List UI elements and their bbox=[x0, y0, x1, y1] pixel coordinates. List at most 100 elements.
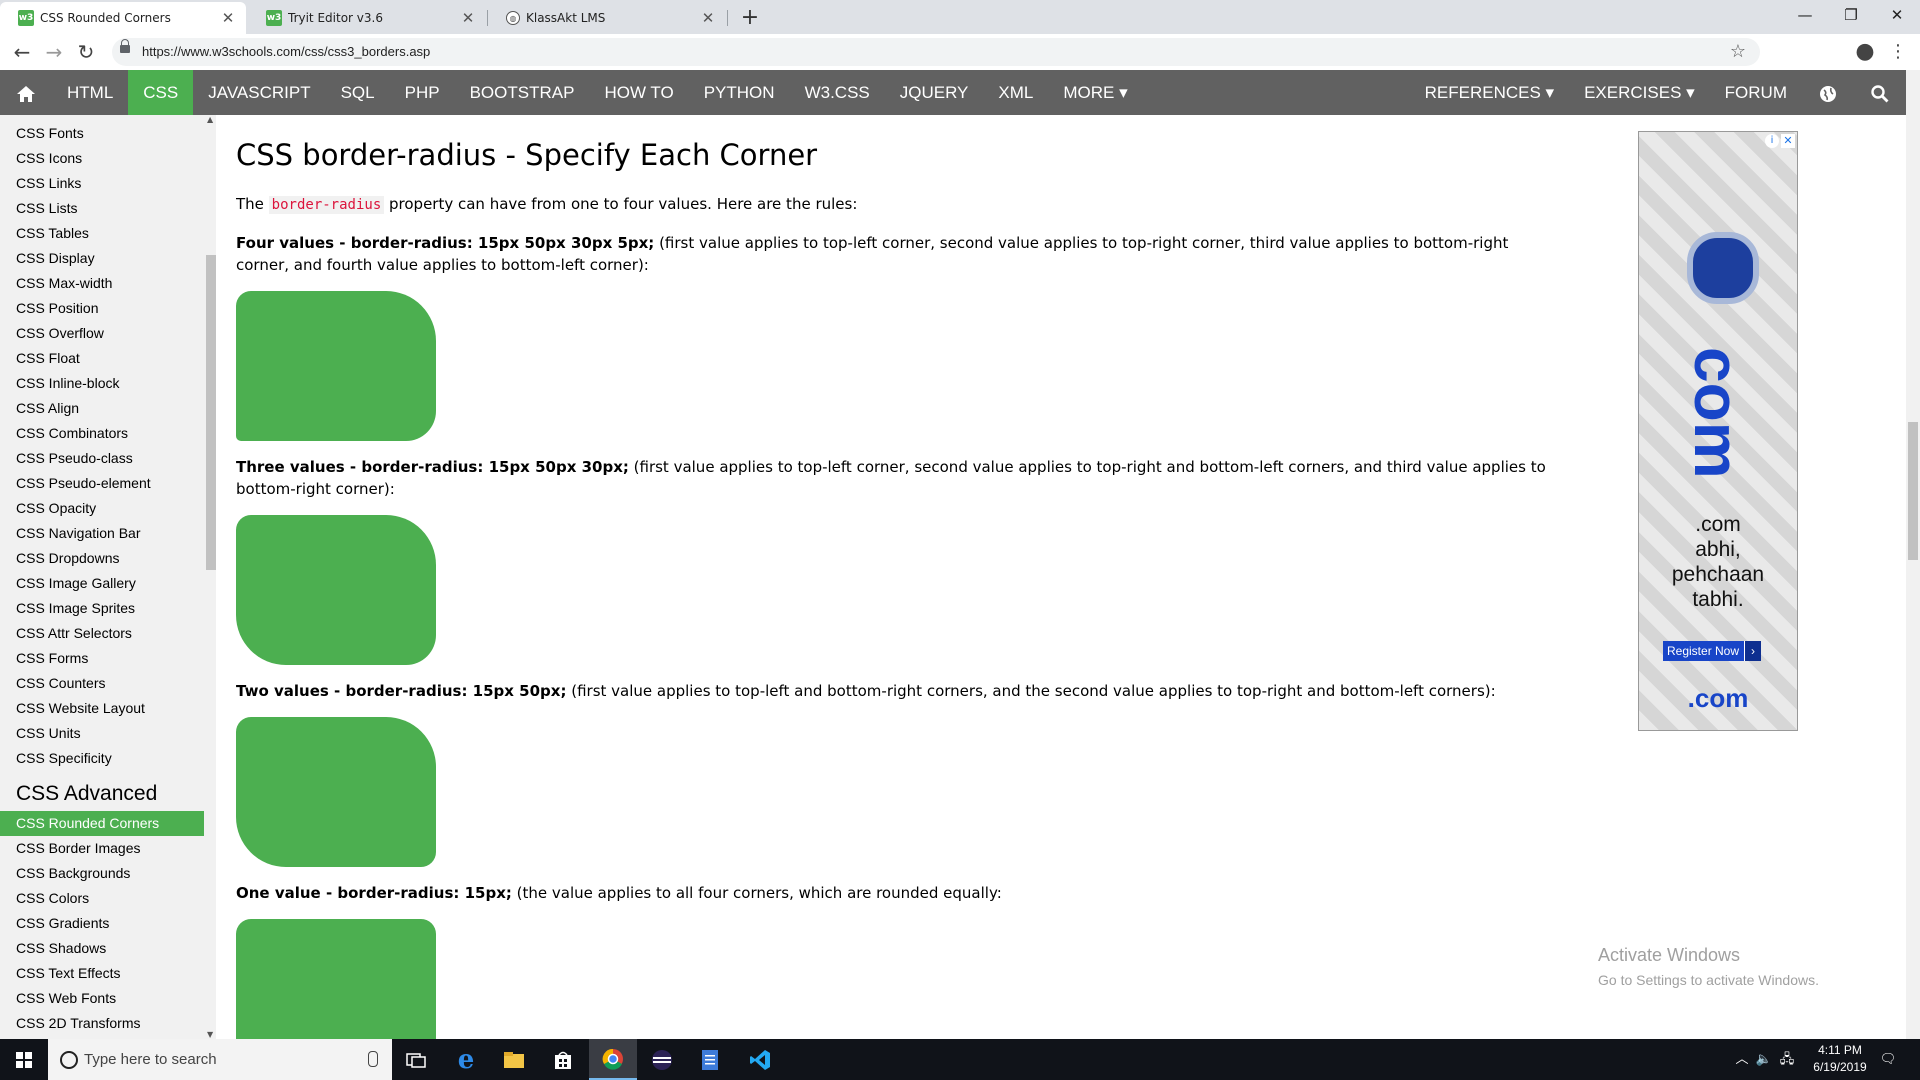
sidebar-item-css-units[interactable]: CSS Units bbox=[0, 721, 204, 746]
notifications-icon[interactable]: 🗨 bbox=[1876, 1039, 1900, 1080]
tab-tryit-editor[interactable]: w3 Tryit Editor v3.6 ✕ bbox=[248, 2, 486, 34]
nav-jquery[interactable]: JQUERY bbox=[885, 70, 984, 115]
edge-icon[interactable]: e bbox=[442, 1039, 490, 1080]
sidebar-item-css-website-layout[interactable]: CSS Website Layout bbox=[0, 696, 204, 721]
nav-how-to[interactable]: HOW TO bbox=[589, 70, 688, 115]
restore-icon[interactable]: ❐ bbox=[1828, 0, 1874, 30]
nav-xml[interactable]: XML bbox=[983, 70, 1048, 115]
sidebar-item-css-tables[interactable]: CSS Tables bbox=[0, 221, 204, 246]
sidebar-item-css-2d-transforms[interactable]: CSS 2D Transforms bbox=[0, 1011, 204, 1036]
taskbar-search-box[interactable]: Type here to search bbox=[48, 1039, 392, 1080]
task-view-icon[interactable] bbox=[392, 1039, 440, 1080]
profile-icon[interactable]: ● bbox=[1849, 34, 1881, 70]
nav-exercises[interactable]: EXERCISES ▾ bbox=[1569, 70, 1710, 115]
sidebar-item-css-align[interactable]: CSS Align bbox=[0, 396, 204, 421]
sidebar-item-css-image-gallery[interactable]: CSS Image Gallery bbox=[0, 571, 204, 596]
nav-python[interactable]: PYTHON bbox=[689, 70, 790, 115]
ad-register-button[interactable]: Register Now bbox=[1663, 641, 1762, 661]
sidebar-scrollbar[interactable]: ▲ ▼ bbox=[204, 115, 216, 1039]
scroll-up-icon[interactable]: ▲ bbox=[207, 115, 213, 124]
sidebar-item-css-pseudo-element[interactable]: CSS Pseudo-element bbox=[0, 471, 204, 496]
sidebar-item-css-links[interactable]: CSS Links bbox=[0, 171, 204, 196]
sidebar-item-css-gradients[interactable]: CSS Gradients bbox=[0, 911, 204, 936]
sidebar-item-css-icons[interactable]: CSS Icons bbox=[0, 146, 204, 171]
sidebar-item-css-max-width[interactable]: CSS Max-width bbox=[0, 271, 204, 296]
new-tab-button[interactable]: + bbox=[736, 4, 764, 32]
nav-w3css[interactable]: W3.CSS bbox=[790, 70, 885, 115]
ad-close-icon[interactable]: ✕ bbox=[1781, 134, 1795, 148]
ad-tagline: abhi, bbox=[1695, 538, 1741, 561]
bookmark-star-icon[interactable]: ☆ bbox=[1730, 38, 1746, 66]
sidebar-item-css-display[interactable]: CSS Display bbox=[0, 246, 204, 271]
notepad-icon[interactable] bbox=[686, 1039, 734, 1080]
search-icon[interactable] bbox=[1854, 70, 1906, 115]
close-icon[interactable]: ✕ bbox=[218, 9, 238, 27]
sidebar-item-css-forms[interactable]: CSS Forms bbox=[0, 646, 204, 671]
intro-paragraph: The border-radius property can have from… bbox=[236, 193, 1546, 216]
nav-html[interactable]: HTML bbox=[52, 70, 128, 115]
chrome-icon[interactable] bbox=[589, 1039, 637, 1080]
tab-klassakt-lms[interactable]: ◍ KlassAkt LMS ✕ bbox=[488, 2, 726, 34]
nav-forum[interactable]: FORUM bbox=[1710, 70, 1802, 115]
advertisement[interactable]: i ✕ com .com abhi, pehchaan tabhi. Regis… bbox=[1638, 131, 1798, 731]
close-icon[interactable]: ✕ bbox=[458, 9, 478, 27]
sidebar-item-css-fonts[interactable]: CSS Fonts bbox=[0, 121, 204, 146]
page-scroll-thumb[interactable] bbox=[1908, 422, 1918, 560]
demo-box-two-values bbox=[236, 717, 436, 867]
nav-javascript[interactable]: JAVASCRIPT bbox=[193, 70, 325, 115]
nav-more[interactable]: MORE ▾ bbox=[1048, 70, 1142, 115]
sidebar-item-css-counters[interactable]: CSS Counters bbox=[0, 671, 204, 696]
nav-references[interactable]: REFERENCES ▾ bbox=[1410, 70, 1569, 115]
close-window-icon[interactable]: ✕ bbox=[1874, 0, 1920, 30]
close-icon[interactable]: ✕ bbox=[698, 9, 718, 27]
vscode-icon[interactable] bbox=[736, 1039, 784, 1080]
sidebar-item-css-opacity[interactable]: CSS Opacity bbox=[0, 496, 204, 521]
start-button[interactable] bbox=[0, 1039, 48, 1080]
sidebar-item-css-combinators[interactable]: CSS Combinators bbox=[0, 421, 204, 446]
sidebar-item-css-border-images[interactable]: CSS Border Images bbox=[0, 836, 204, 861]
minimize-icon[interactable]: — bbox=[1782, 0, 1828, 30]
forward-icon[interactable]: → bbox=[38, 34, 70, 70]
sidebar-item-css-dropdowns[interactable]: CSS Dropdowns bbox=[0, 546, 204, 571]
nav-sql[interactable]: SQL bbox=[326, 70, 390, 115]
sidebar-scroll-thumb[interactable] bbox=[206, 255, 216, 570]
sidebar-item-css-position[interactable]: CSS Position bbox=[0, 296, 204, 321]
sidebar-item-css-shadows[interactable]: CSS Shadows bbox=[0, 936, 204, 961]
eclipse-icon[interactable] bbox=[638, 1039, 686, 1080]
sidebar-item-css-text-effects[interactable]: CSS Text Effects bbox=[0, 961, 204, 986]
sidebar-item-css-inline-block[interactable]: CSS Inline-block bbox=[0, 371, 204, 396]
back-icon[interactable]: ← bbox=[6, 34, 38, 70]
tray-chevron-icon[interactable]: ︿ bbox=[1734, 1039, 1750, 1080]
home-icon[interactable] bbox=[0, 70, 52, 115]
nav-php[interactable]: PHP bbox=[390, 70, 455, 115]
url-field[interactable]: https://www.w3schools.com/css/css3_borde… bbox=[112, 38, 1760, 66]
volume-icon[interactable]: 🔈 bbox=[1754, 1039, 1774, 1080]
ad-info-icon[interactable]: i bbox=[1765, 134, 1779, 148]
globe-icon[interactable] bbox=[1802, 70, 1854, 115]
sidebar-item-css-attr-selectors[interactable]: CSS Attr Selectors bbox=[0, 621, 204, 646]
cortana-icon bbox=[60, 1051, 78, 1069]
system-clock[interactable]: 4:11 PM 6/19/2019 bbox=[1804, 1042, 1876, 1076]
network-icon[interactable]: 🖧 bbox=[1776, 1039, 1798, 1080]
rule-text: (first value applies to top-left and bot… bbox=[566, 682, 1496, 700]
nav-bootstrap[interactable]: BOOTSTRAP bbox=[455, 70, 590, 115]
menu-dots-icon[interactable]: ⋮ bbox=[1882, 34, 1914, 70]
sidebar-item-css-colors[interactable]: CSS Colors bbox=[0, 886, 204, 911]
file-explorer-icon[interactable] bbox=[490, 1039, 538, 1080]
sidebar-item-css-specificity[interactable]: CSS Specificity bbox=[0, 746, 204, 771]
tab-css-rounded-corners[interactable]: w3 CSS Rounded Corners ✕ bbox=[0, 2, 246, 34]
reload-icon[interactable]: ↻ bbox=[70, 34, 102, 70]
scroll-down-icon[interactable]: ▼ bbox=[207, 1030, 213, 1039]
sidebar-item-css-web-fonts[interactable]: CSS Web Fonts bbox=[0, 986, 204, 1011]
microphone-icon[interactable] bbox=[368, 1051, 378, 1067]
sidebar-item-css-lists[interactable]: CSS Lists bbox=[0, 196, 204, 221]
sidebar-item-css-overflow[interactable]: CSS Overflow bbox=[0, 321, 204, 346]
sidebar-item-css-backgrounds[interactable]: CSS Backgrounds bbox=[0, 861, 204, 886]
sidebar-item-css-float[interactable]: CSS Float bbox=[0, 346, 204, 371]
sidebar-item-css-pseudo-class[interactable]: CSS Pseudo-class bbox=[0, 446, 204, 471]
store-icon[interactable] bbox=[539, 1039, 587, 1080]
sidebar-item-css-rounded-corners[interactable]: CSS Rounded Corners bbox=[0, 811, 204, 836]
sidebar-item-css-image-sprites[interactable]: CSS Image Sprites bbox=[0, 596, 204, 621]
nav-css[interactable]: CSS bbox=[128, 70, 194, 115]
sidebar-item-css-navigation-bar[interactable]: CSS Navigation Bar bbox=[0, 521, 204, 546]
